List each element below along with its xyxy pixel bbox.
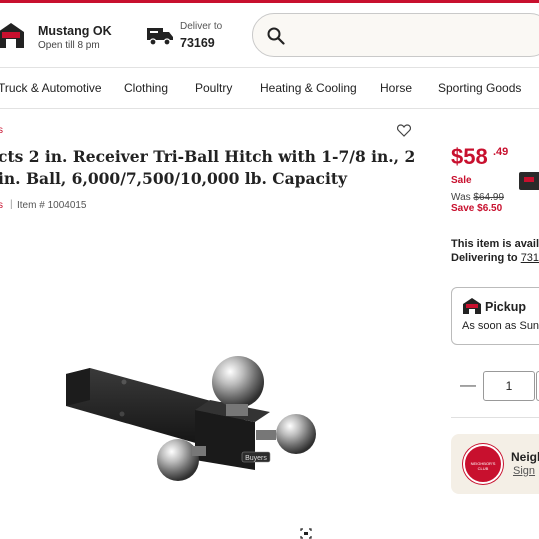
- price-cents: .49: [493, 146, 509, 158]
- delivering-line: Delivering to 7316: [451, 252, 539, 264]
- club-badge-text: NEIGHBOR'S CLUB: [470, 461, 496, 471]
- pickup-title: Pickup: [485, 300, 526, 314]
- ball-brand-label: Buyers: [245, 455, 267, 462]
- truck-icon[interactable]: [146, 25, 174, 47]
- meta-separator: |: [10, 199, 13, 210]
- product-title: cts 2 in. Receiver Tri-Ball Hitch with 1…: [0, 146, 418, 190]
- neighbors-club-logo: NEIGHBOR'S CLUB: [463, 444, 503, 484]
- store-icon[interactable]: [0, 20, 26, 50]
- deliver-to-label: Deliver to: [180, 21, 223, 32]
- nav-item-sporting-goods[interactable]: Sporting Goods: [438, 81, 521, 95]
- quantity-decrement-button[interactable]: —: [457, 375, 479, 397]
- deliver-zip[interactable]: 73169: [180, 36, 215, 50]
- pickup-option[interactable]: Pickup As soon as Sun: [451, 287, 539, 345]
- nav-item-truck-automotive[interactable]: Truck & Automotive: [0, 81, 102, 95]
- promo-thumbnail[interactable]: [519, 172, 539, 190]
- store-name[interactable]: Mustang OK: [38, 24, 112, 38]
- search-input[interactable]: [252, 13, 539, 57]
- divider: [451, 417, 539, 418]
- store-pickup-icon: [463, 298, 481, 314]
- brand-link[interactable]: s: [0, 200, 3, 211]
- club-title: Neigh: [511, 450, 539, 464]
- nav-item-poultry[interactable]: Poultry: [195, 81, 232, 95]
- nav-item-horse[interactable]: Horse: [380, 81, 412, 95]
- savings-amount: Save $6.50: [451, 203, 503, 214]
- delivering-prefix: Delivering to: [451, 252, 518, 264]
- availability-text: This item is availa: [451, 238, 539, 250]
- was-price-line: Was $64.99: [451, 192, 504, 203]
- price-dollars: $58: [451, 144, 488, 169]
- product-image[interactable]: Buyers: [60, 340, 350, 490]
- heart-icon[interactable]: [397, 124, 411, 137]
- pickup-availability: As soon as Sun: [462, 320, 539, 332]
- category-nav: Truck & Automotive Clothing Poultry Heat…: [0, 67, 539, 109]
- club-sign-in-link[interactable]: Sign: [513, 465, 535, 477]
- expand-icon[interactable]: [300, 528, 312, 539]
- breadcrumb[interactable]: s: [0, 125, 3, 136]
- search-icon[interactable]: [267, 27, 285, 45]
- nav-item-clothing[interactable]: Clothing: [124, 81, 168, 95]
- product-title-line-2: in. Ball, 6,000/7,500/10,000 lb. Capacit…: [0, 169, 348, 188]
- neighbors-club-card: NEIGHBOR'S CLUB Neigh Sign: [451, 434, 539, 494]
- delivering-zip-link[interactable]: 7316: [521, 252, 539, 264]
- nav-item-heating-cooling[interactable]: Heating & Cooling: [260, 81, 357, 95]
- item-number: Item # 1004015: [17, 200, 87, 211]
- was-price: $64.99: [473, 192, 505, 203]
- sale-badge: Sale: [451, 175, 472, 186]
- was-prefix: Was: [451, 192, 471, 203]
- quantity-input[interactable]: 1: [483, 371, 535, 401]
- product-title-line-1: cts 2 in. Receiver Tri-Ball Hitch with 1…: [0, 147, 416, 166]
- store-hours: Open till 8 pm: [38, 40, 100, 51]
- site-header: Mustang OK Open till 8 pm Deliver to 731…: [0, 3, 539, 67]
